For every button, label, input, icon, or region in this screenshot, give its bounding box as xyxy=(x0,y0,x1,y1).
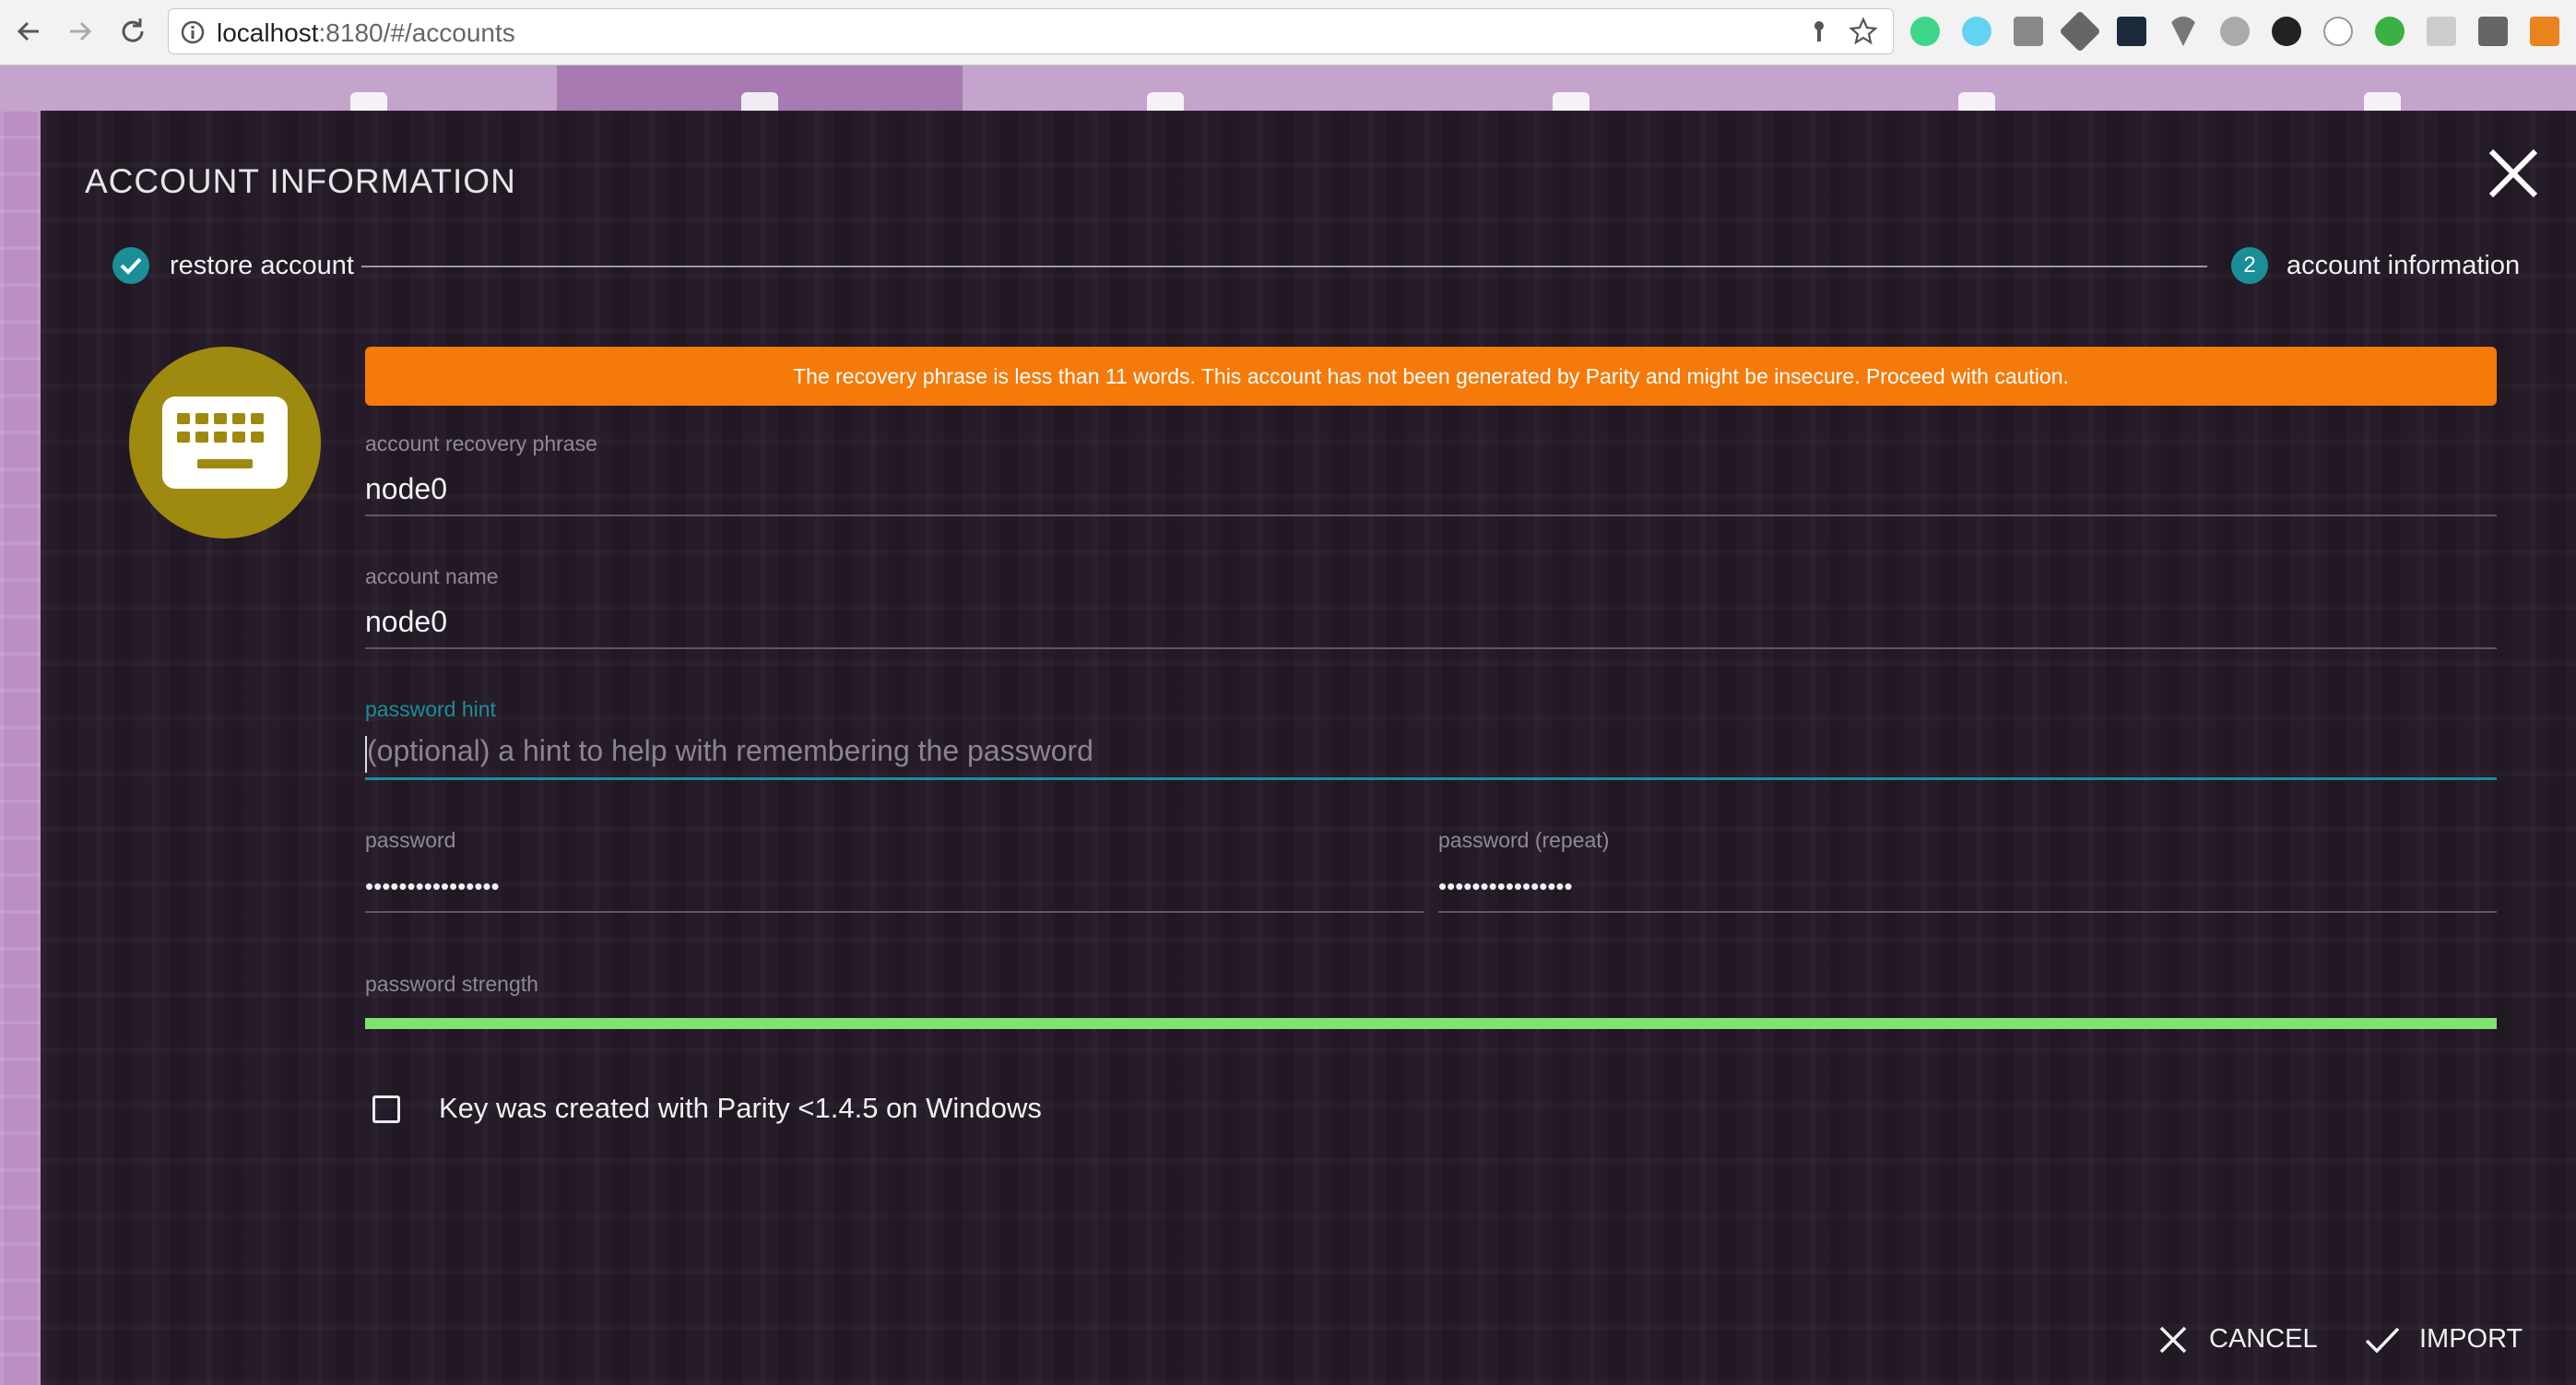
tab-icon[interactable] xyxy=(2364,92,2401,111)
shield-icon[interactable] xyxy=(2427,17,2456,46)
forward-icon[interactable] xyxy=(61,13,98,50)
password-repeat-label: password (repeat) xyxy=(1438,828,1610,852)
tab-icon[interactable] xyxy=(350,92,387,111)
tab-icon[interactable] xyxy=(741,92,778,111)
tab-icon[interactable] xyxy=(1553,92,1589,111)
tab-icon[interactable] xyxy=(1147,92,1184,111)
extension-icon[interactable] xyxy=(2220,17,2250,46)
import-button[interactable]: IMPORT xyxy=(2364,1319,2539,1359)
step-number-badge: 2 xyxy=(2231,247,2268,284)
react-icon[interactable] xyxy=(2117,17,2146,46)
metamask-icon[interactable] xyxy=(2530,17,2559,46)
extension-icon[interactable] xyxy=(2323,17,2353,46)
vue-devtools-icon[interactable] xyxy=(2168,17,2198,46)
panda-icon[interactable] xyxy=(2272,17,2301,46)
password-underline xyxy=(365,911,1424,913)
parity-windows-key-label[interactable]: Key was created with Parity <1.4.5 on Wi… xyxy=(439,1092,1042,1125)
check-icon xyxy=(2365,1327,2400,1354)
reload-icon[interactable] xyxy=(114,13,151,50)
extension-icon[interactable] xyxy=(2014,17,2043,46)
keyboard-icon xyxy=(162,397,288,489)
password-input[interactable]: •••••••••••••••• xyxy=(365,872,500,901)
stepper-connector xyxy=(361,266,2207,267)
extension-icon[interactable] xyxy=(2059,10,2101,53)
extension-icon[interactable] xyxy=(1910,17,1940,46)
import-label: IMPORT xyxy=(2419,1324,2523,1354)
close-icon[interactable] xyxy=(2484,144,2543,203)
browser-toolbar: localhost:8180/#/accounts xyxy=(0,0,2576,65)
react-devtools-icon[interactable] xyxy=(1962,17,1991,46)
cancel-label: CANCEL xyxy=(2209,1324,2318,1354)
tab-icon[interactable] xyxy=(1958,92,1995,111)
account-name-input[interactable]: node0 xyxy=(365,605,447,639)
info-icon[interactable] xyxy=(180,19,206,45)
wechat-icon[interactable] xyxy=(2375,17,2405,46)
back-icon[interactable] xyxy=(11,13,48,50)
step-complete-check-icon xyxy=(112,247,149,284)
password-strength-label: password strength xyxy=(365,972,538,996)
dialog-title: ACCOUNT INFORMATION xyxy=(85,162,516,200)
password-hint-underline xyxy=(365,777,2497,780)
account-name-label: account name xyxy=(365,564,499,588)
bookmark-star-icon[interactable] xyxy=(1849,17,1878,46)
password-repeat-input[interactable]: •••••••••••••••• xyxy=(1438,872,1573,901)
password-hint-input[interactable]: (optional) a hint to help with rememberi… xyxy=(367,734,1093,768)
recovery-phrase-warning: The recovery phrase is less than 11 word… xyxy=(365,347,2497,406)
password-repeat-underline xyxy=(1438,911,2497,913)
extension-icon[interactable] xyxy=(2478,17,2508,46)
password-strength-bar xyxy=(365,1018,2497,1029)
recovery-phrase-label: account recovery phrase xyxy=(365,432,597,456)
password-hint-label: password hint xyxy=(365,697,496,721)
cancel-button[interactable]: CANCEL xyxy=(2157,1319,2333,1359)
account-information-dialog: ACCOUNT INFORMATION restore account 2 ac… xyxy=(41,111,2576,1385)
step-restore-account: restore account xyxy=(170,251,354,280)
address-bar[interactable]: localhost:8180/#/accounts xyxy=(168,8,1894,54)
avatar xyxy=(129,347,321,539)
password-strength-fill xyxy=(365,1018,2497,1029)
password-label: password xyxy=(365,828,456,852)
parity-windows-key-checkbox[interactable] xyxy=(372,1095,400,1123)
recovery-phrase-input[interactable]: node0 xyxy=(365,472,447,506)
step-account-information: account information xyxy=(2286,251,2521,280)
close-icon xyxy=(2159,1326,2187,1354)
key-icon[interactable] xyxy=(1806,18,1832,44)
url-text: localhost:8180/#/accounts xyxy=(217,18,515,47)
account-name-underline xyxy=(365,647,2497,649)
recovery-phrase-underline xyxy=(365,515,2497,516)
